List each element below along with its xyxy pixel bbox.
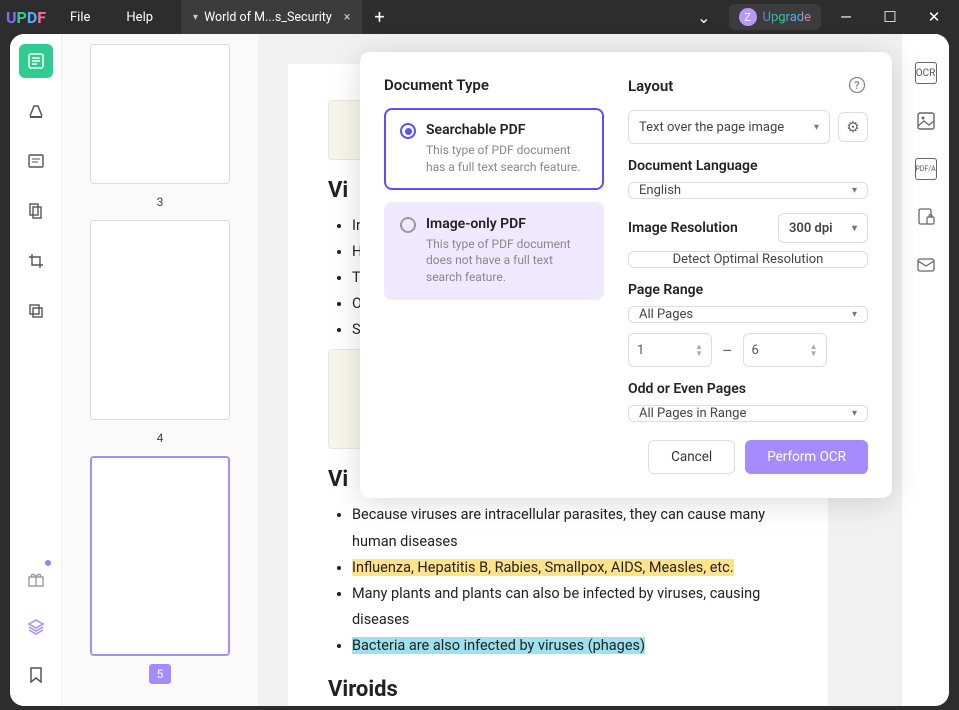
ocr-icon[interactable]: OCR (915, 62, 937, 84)
doc-list-2: Because viruses are intracellular parasi… (328, 502, 788, 659)
thumbnail-label: 3 (149, 192, 172, 212)
thumbnail-panel: 3 4 5 (62, 34, 258, 706)
gift-icon[interactable] (19, 562, 53, 596)
close-tab-icon[interactable]: × (344, 10, 351, 25)
document-type-heading: Document Type (384, 76, 604, 94)
chevron-down-icon: ▾ (852, 309, 857, 320)
pages-icon[interactable] (19, 194, 53, 228)
main-menu: File Help (52, 0, 171, 34)
list-item: Many plants and plants can also be infec… (352, 581, 788, 633)
thumbnails-icon[interactable] (19, 44, 53, 78)
thumbnail-label: 4 (149, 428, 172, 448)
document-tab[interactable]: ▾ World of M...s_Security × (181, 0, 362, 34)
pdfa-icon[interactable]: PDF/A (915, 158, 937, 180)
comment-icon[interactable] (19, 144, 53, 178)
upgrade-label: Upgrade (763, 10, 811, 25)
resolution-select[interactable]: 300 dpi▾ (778, 213, 868, 243)
chevron-down-icon: ▾ (852, 185, 857, 196)
maximize-button[interactable]: ☐ (871, 0, 909, 34)
crop-icon[interactable] (19, 244, 53, 278)
svg-text:?: ? (854, 79, 859, 92)
user-avatar: Z (739, 8, 757, 26)
language-heading: Document Language (628, 158, 868, 174)
layout-heading: Layout (628, 77, 673, 95)
thumbnail-page-3[interactable] (90, 44, 230, 184)
stamp-icon[interactable] (19, 294, 53, 328)
app-logo: UPDF (0, 8, 52, 27)
range-separator: – (722, 341, 733, 360)
list-item: Bacteria are also infected by viruses (p… (352, 633, 788, 659)
menu-file[interactable]: File (52, 0, 108, 34)
page-to-input[interactable]: 6▲▼ (743, 333, 827, 367)
ocr-dialog: Document Type Searchable PDF This type o… (360, 52, 892, 498)
chevron-down-icon: ▾ (852, 408, 857, 419)
odd-even-heading: Odd or Even Pages (628, 381, 868, 397)
searchable-title: Searchable PDF (426, 122, 588, 138)
thumbnail-page-4[interactable] (90, 220, 230, 420)
layers-icon[interactable] (19, 610, 53, 644)
option-searchable-pdf[interactable]: Searchable PDF This type of PDF document… (384, 108, 604, 190)
close-button[interactable]: ✕ (915, 0, 953, 34)
menu-help[interactable]: Help (108, 0, 171, 34)
thumbnail-label: 5 (149, 664, 172, 684)
layout-select[interactable]: Text over the page image▾ (628, 110, 830, 144)
history-dropdown[interactable]: ⌄ (685, 8, 722, 27)
odd-even-select[interactable]: All Pages in Range▾ (628, 405, 868, 422)
tab-chevron-icon: ▾ (193, 12, 198, 23)
radio-icon (400, 123, 416, 139)
stepper-icon[interactable]: ▲▼ (695, 343, 703, 357)
help-icon[interactable]: ? (848, 76, 868, 96)
page-from-input[interactable]: 1▲▼ (628, 333, 712, 367)
option-image-only-pdf[interactable]: Image-only PDF This type of PDF document… (384, 202, 604, 300)
bookmark-icon[interactable] (19, 658, 53, 692)
titlebar: UPDF File Help ▾ World of M...s_Security… (0, 0, 959, 34)
list-item: Because viruses are intracellular parasi… (352, 502, 788, 554)
lock-icon[interactable] (915, 206, 937, 228)
language-select[interactable]: English▾ (628, 182, 868, 199)
highlight-blue: Bacteria are also infected by viruses (p… (352, 637, 645, 654)
chevron-down-icon: ▾ (814, 122, 819, 133)
radio-icon (400, 217, 416, 233)
right-toolbar: OCR PDF/A (901, 34, 949, 706)
highlight-yellow: Influenza, Hepatitis B, Rabies, Smallpox… (352, 559, 734, 576)
share-icon[interactable] (915, 254, 937, 276)
page-range-heading: Page Range (628, 282, 868, 298)
layout-settings-button[interactable]: ⚙ (838, 112, 868, 142)
resolution-heading: Image Resolution (628, 220, 738, 236)
add-tab-button[interactable]: + (362, 7, 396, 28)
heading-viroids: Viroids (328, 677, 788, 702)
searchable-desc: This type of PDF document has a full tex… (426, 142, 588, 176)
list-item: Influenza, Hepatitis B, Rabies, Smallpox… (352, 555, 788, 581)
image-tool-icon[interactable] (915, 110, 937, 132)
detect-resolution-button[interactable]: Detect Optimal Resolution (628, 251, 868, 268)
imageonly-title: Image-only PDF (426, 216, 588, 232)
highlight-icon[interactable] (19, 94, 53, 128)
chevron-down-icon: ▾ (852, 223, 857, 234)
cancel-button[interactable]: Cancel (648, 440, 735, 474)
stepper-icon[interactable]: ▲▼ (810, 343, 818, 357)
perform-ocr-button[interactable]: Perform OCR (745, 440, 868, 474)
left-toolbar (10, 34, 62, 706)
thumbnail-page-5[interactable] (90, 456, 230, 656)
page-range-select[interactable]: All Pages▾ (628, 306, 868, 323)
tab-title: World of M...s_Security (204, 10, 332, 25)
imageonly-desc: This type of PDF document does not have … (426, 236, 588, 286)
minimize-button[interactable]: — (827, 0, 865, 34)
upgrade-button[interactable]: Z Upgrade (729, 4, 821, 30)
